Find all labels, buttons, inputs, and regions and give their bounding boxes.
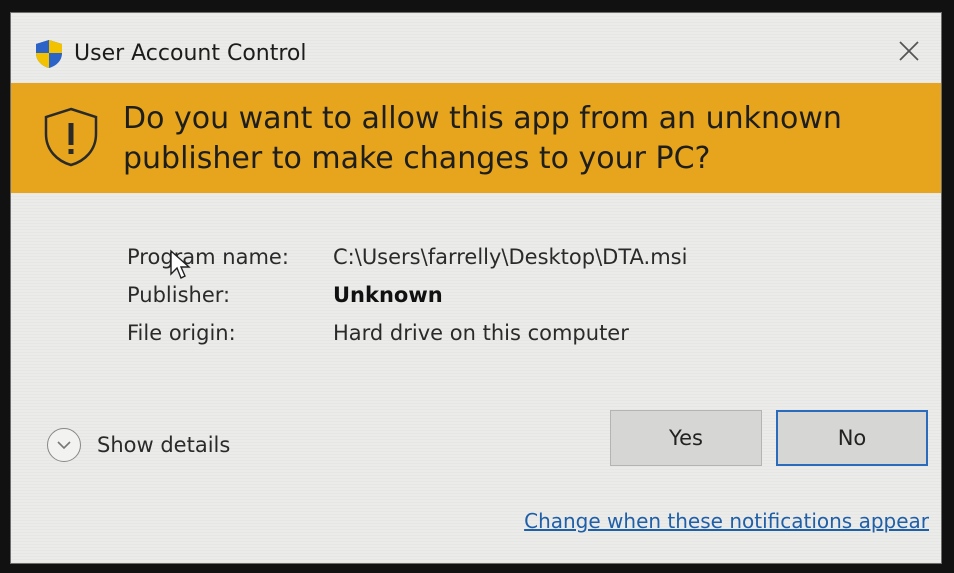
uac-dialog: User Account Control Do you want to allo… [10,12,942,564]
title-bar: User Account Control [11,13,941,83]
close-icon [891,33,927,69]
warning-banner: Do you want to allow this app from an un… [11,83,941,193]
show-details-toggle[interactable]: Show details [47,425,230,465]
program-name-label: Program name: [127,245,289,269]
file-origin-value: Hard drive on this computer [333,321,629,345]
window-title: User Account Control [74,41,307,66]
yes-button[interactable]: Yes [610,410,762,466]
uac-shield-icon [35,39,63,69]
close-button[interactable] [891,33,927,69]
change-notifications-link[interactable]: Change when these notifications appear [524,509,929,533]
publisher-value: Unknown [333,283,443,307]
mouse-pointer-icon [169,249,191,281]
no-button[interactable]: No [776,410,928,466]
program-name-value: C:\Users\farrelly\Desktop\DTA.msi [333,245,688,269]
publisher-label: Publisher: [127,283,231,307]
show-details-label: Show details [97,433,231,457]
chevron-down-icon [47,428,81,462]
shield-warning-icon [43,106,99,168]
banner-question: Do you want to allow this app from an un… [123,101,842,176]
file-origin-label: File origin: [127,321,236,345]
